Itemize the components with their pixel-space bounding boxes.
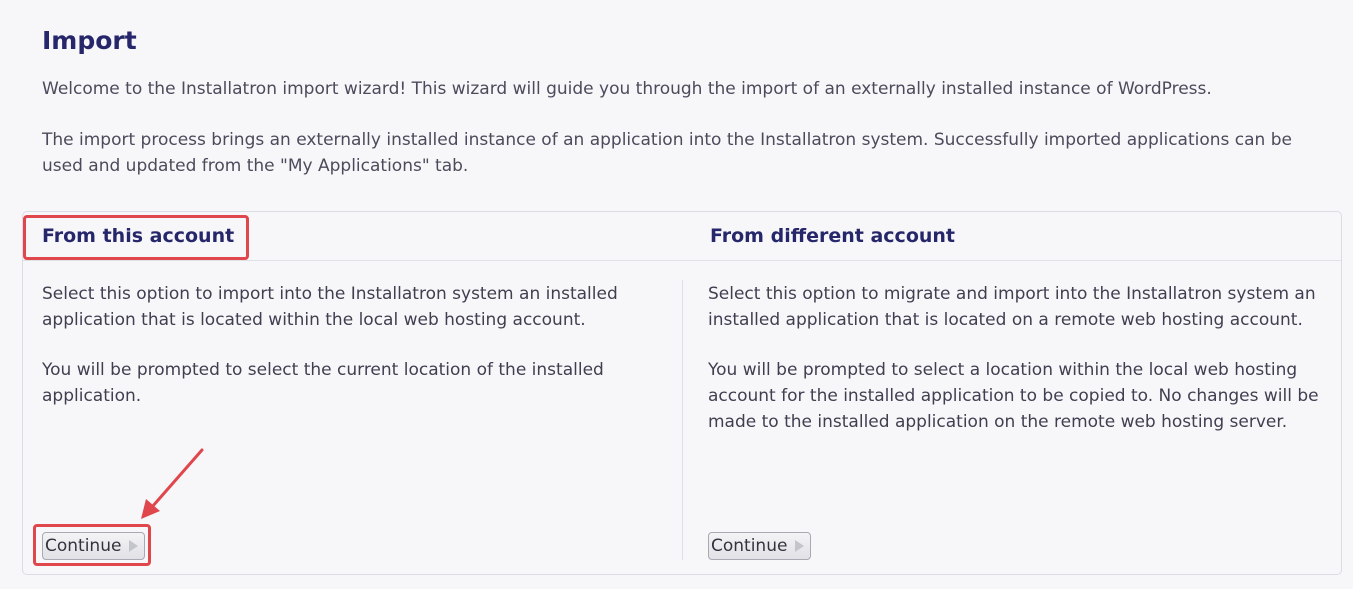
- intro-description-text: The import process brings an externally …: [42, 130, 1292, 176]
- this-account-prompt-note: You will be prompted to select the curre…: [42, 360, 604, 406]
- continue-button-label: Continue: [711, 536, 788, 556]
- this-account-description: Select this option to import into the In…: [42, 284, 618, 330]
- continue-different-account-button[interactable]: Continue: [708, 532, 812, 560]
- option-title-this-account: From this account: [42, 225, 235, 247]
- play-arrow-icon: [129, 540, 139, 552]
- page-title: Import: [42, 26, 137, 55]
- play-arrow-icon: [795, 540, 805, 552]
- option-title-different-account: From different account: [710, 225, 956, 247]
- column-divider: [682, 280, 683, 560]
- continue-button-label: Continue: [45, 536, 122, 556]
- panel-header-divider: [23, 260, 1341, 261]
- different-account-prompt-note: You will be prompted to select a locatio…: [708, 360, 1319, 432]
- import-options-panel: From this account From different account…: [22, 211, 1342, 575]
- intro-welcome-text: Welcome to the Installatron import wizar…: [42, 79, 1212, 99]
- continue-this-account-button[interactable]: Continue: [42, 532, 146, 560]
- different-account-description: Select this option to migrate and import…: [708, 284, 1316, 330]
